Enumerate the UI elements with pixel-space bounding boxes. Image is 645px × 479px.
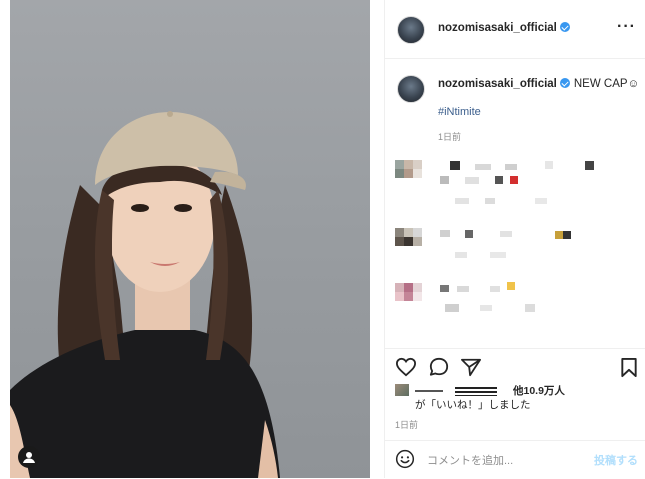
caption-text: NEW CAP☺ xyxy=(573,78,640,90)
action-bar xyxy=(385,348,645,385)
bookmark-icon[interactable] xyxy=(620,357,638,378)
hashtag-link[interactable]: #iNtimite xyxy=(438,106,481,118)
post-button[interactable]: 投稿する xyxy=(594,452,638,468)
header-username[interactable]: nozomisasaki_official xyxy=(438,22,570,34)
heart-icon[interactable] xyxy=(395,357,417,377)
avatar[interactable] xyxy=(397,16,425,44)
post-header: nozomisasaki_official ··· xyxy=(385,0,645,59)
post-timestamp: 1日前 xyxy=(395,420,419,430)
header-username-text[interactable]: nozomisasaki_official xyxy=(438,22,557,34)
comment-icon[interactable] xyxy=(428,357,450,377)
share-icon[interactable] xyxy=(460,357,482,377)
photo-illustration xyxy=(10,111,280,478)
comment-input[interactable]: コメントを追加... xyxy=(427,452,513,468)
redacted-name xyxy=(415,390,443,393)
verified-icon xyxy=(559,22,570,32)
likes-suffix: が「いいね！」しました xyxy=(415,399,531,411)
post-photo[interactable] xyxy=(10,0,370,478)
caption-timestamp: 1日前 xyxy=(438,132,462,142)
blurred-comments xyxy=(395,158,645,318)
caption-verified-icon xyxy=(559,78,570,88)
emoji-icon[interactable] xyxy=(395,449,415,469)
caption-avatar[interactable] xyxy=(397,75,425,103)
caption-line: nozomisasaki_official NEW CAP☺ xyxy=(438,78,639,90)
comment-bar: コメントを追加... 投稿する xyxy=(385,440,645,479)
more-icon[interactable]: ··· xyxy=(617,18,636,36)
redacted-name xyxy=(455,386,497,396)
post-side-panel: nozomisasaki_official ··· nozomisasaki_o… xyxy=(384,0,645,478)
likes-line: 他10.9万人 xyxy=(395,383,565,398)
likes-count[interactable]: 他10.9万人 xyxy=(513,385,565,397)
liker-avatar[interactable] xyxy=(395,384,409,396)
user-tag-icon[interactable] xyxy=(18,446,40,468)
caption-username[interactable]: nozomisasaki_official xyxy=(438,78,557,90)
user-tag-glyph xyxy=(23,452,35,463)
